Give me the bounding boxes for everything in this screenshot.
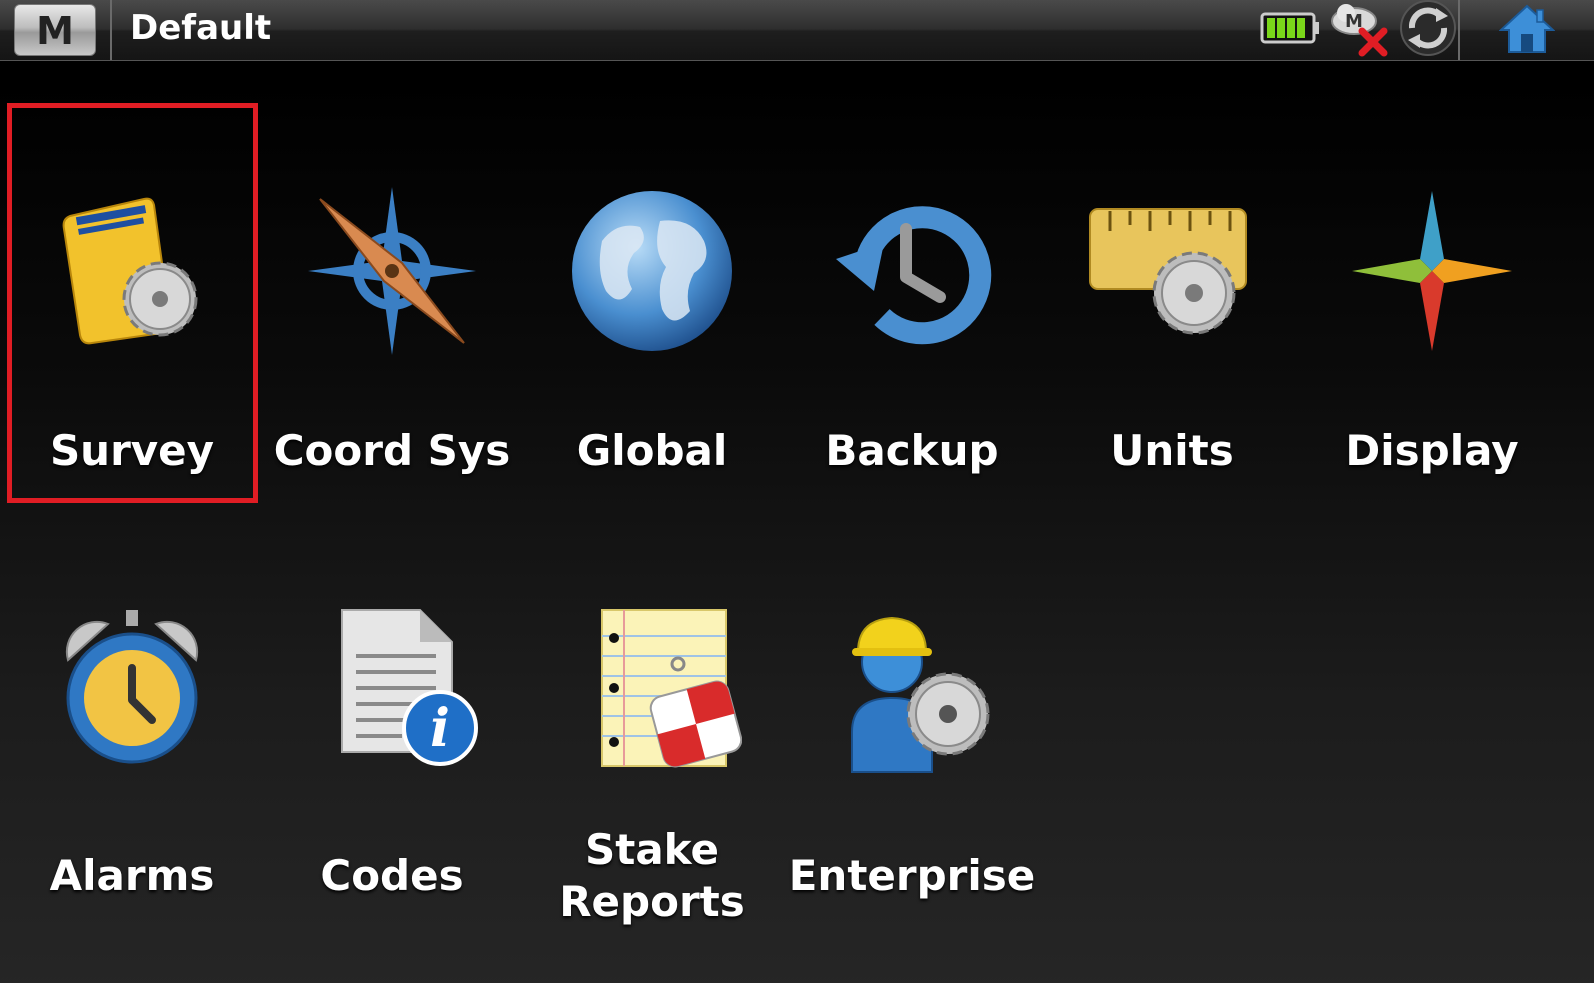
globe-icon xyxy=(562,181,742,361)
modem-disconnected-icon[interactable]: M xyxy=(1328,0,1392,61)
m-logo-icon: M xyxy=(14,4,96,56)
svg-text:M: M xyxy=(36,12,74,48)
main-screen: M Default M Survey Coord Sys Global Back… xyxy=(0,0,1594,999)
survey-label: Survey xyxy=(49,426,215,475)
home-button[interactable] xyxy=(1458,0,1594,60)
enterprise-label: Enterprise xyxy=(788,851,1036,900)
global-tile[interactable]: Global xyxy=(527,103,777,503)
units-tile[interactable]: Units xyxy=(1047,103,1297,503)
main-menu-button[interactable]: M xyxy=(0,0,112,60)
notepad-target-icon xyxy=(562,602,743,782)
global-label: Global xyxy=(576,426,728,475)
codes-label: Codes xyxy=(320,851,464,900)
svg-text:i: i xyxy=(430,698,450,759)
display-label: Display xyxy=(1345,426,1519,475)
page-title: Default xyxy=(130,8,272,48)
stake-reports-tile[interactable]: Stake Reports xyxy=(527,520,777,940)
document-info-icon: i xyxy=(302,602,482,782)
survey-folder-gear-icon xyxy=(42,181,222,361)
home-icon xyxy=(1498,2,1556,58)
compass-icon xyxy=(302,181,482,361)
star-compass-icon xyxy=(1342,181,1522,361)
status-area: M xyxy=(1260,0,1458,60)
alarms-tile[interactable]: Alarms xyxy=(7,520,257,940)
backup-tile[interactable]: Backup xyxy=(787,103,1037,503)
coord-sys-label: Coord Sys xyxy=(273,426,511,475)
survey-tile[interactable]: Survey xyxy=(7,103,257,503)
coord-sys-tile[interactable]: Coord Sys xyxy=(267,103,517,503)
units-label: Units xyxy=(1110,426,1234,475)
worker-gear-icon xyxy=(822,602,1002,782)
stake-reports-label: Stake Reports xyxy=(559,825,745,926)
display-tile[interactable]: Display xyxy=(1307,103,1557,503)
sync-icon[interactable] xyxy=(1398,0,1458,62)
bottom-edge xyxy=(0,983,1594,999)
alarm-clock-icon xyxy=(42,602,222,782)
enterprise-tile[interactable]: Enterprise xyxy=(787,520,1037,940)
backup-clock-icon xyxy=(822,181,1002,361)
alarms-label: Alarms xyxy=(49,851,215,900)
title-bar: M Default M xyxy=(0,0,1594,61)
backup-label: Backup xyxy=(825,426,999,475)
battery-icon[interactable] xyxy=(1260,8,1322,52)
ruler-gear-icon xyxy=(1082,181,1262,361)
codes-tile[interactable]: i Codes xyxy=(267,520,517,940)
